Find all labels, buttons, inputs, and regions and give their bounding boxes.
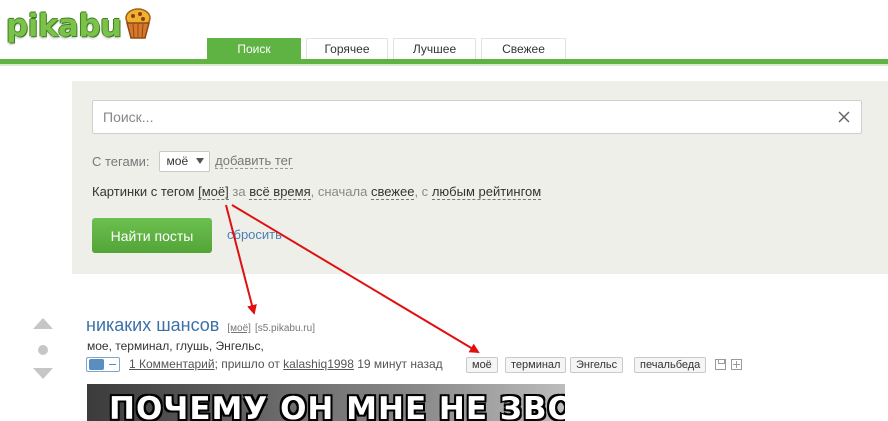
vote-down-icon[interactable] [33,368,53,379]
post-image[interactable]: ПОЧЕМУ ОН МНЕ НЕ ЗВОНИТ?(( [87,384,565,421]
vote-up-icon[interactable] [33,318,53,329]
desc-for: за [232,184,246,199]
save-icon[interactable] [715,359,726,370]
meta-text: 1 Комментарий; пришло от kalashiq1998 19… [129,357,443,371]
main-nav: Поиск Горячее Лучшее Свежее [207,38,566,59]
post-tag[interactable]: Энгельс [570,357,624,373]
tab-fresh[interactable]: Свежее [481,38,566,59]
post-title[interactable]: никаких шансов [86,315,219,336]
pikabu-logo[interactable]: pikabu [6,6,153,46]
tab-hot[interactable]: Горячее [306,38,388,59]
cupcake-icon [124,8,151,39]
find-posts-button[interactable]: Найти посты [92,218,212,253]
post-tag[interactable]: моё [466,357,498,373]
from-text: ; пришло от [214,357,280,371]
desc-order[interactable]: свежее [370,184,415,200]
comments-link[interactable]: 1 Комментарий [129,357,215,371]
desc-rating[interactable]: любым рейтингом [431,184,542,200]
tag-select[interactable]: моё [158,150,211,172]
tab-search[interactable]: Поиск [207,38,301,59]
search-panel: С тегами: моё добавить тег Картинки с те… [72,81,888,274]
camera-icon [89,359,104,370]
search-description: Картинки с тегом [моё] за всё время, сна… [92,184,542,200]
reset-link[interactable]: сбросить [227,227,282,242]
author-link[interactable]: kalashiq1998 [283,357,354,371]
post-time: 19 минут назад [357,357,443,371]
header-divider [0,59,888,66]
post-meta: 1 Комментарий; пришло от kalashiq1998 19… [86,356,786,374]
minus-icon [109,364,116,365]
post-header: никаких шансов [моё] [s5.pikabu.ru] [86,315,315,336]
close-icon[interactable] [837,110,851,124]
chevron-down-icon [196,158,205,164]
add-tag-link[interactable]: добавить тег [215,153,293,169]
tags-label: С тегами: [92,153,150,169]
post-tags-text: мое, терминал, глушь, Энгельс, [87,339,264,353]
post-tag-badge[interactable]: [моё] [227,323,251,334]
desc-tag[interactable]: [моё] [198,184,229,200]
post-tag[interactable]: терминал [505,357,567,373]
vote-neutral-icon[interactable] [38,345,48,355]
desc-period[interactable]: всё время [249,184,311,200]
post-source: [s5.pikabu.ru] [254,323,315,334]
post-tag[interactable]: печальбеда [634,357,707,373]
desc-order-prefix: , сначала [310,184,368,199]
tab-best[interactable]: Лучшее [393,38,476,59]
tag-select-value: моё [166,154,189,168]
search-box [92,100,862,134]
header: pikabu Поиск Горячее Лучшее Свежее [0,0,888,66]
image-toggle-button[interactable] [86,357,120,372]
post-image-caption: ПОЧЕМУ ОН МНЕ НЕ ЗВОНИТ?(( [109,391,565,421]
post-tag-badge-text: [моё] [227,323,251,334]
desc-rating-prefix: , с [414,184,429,199]
tags-filter-row: С тегами: моё добавить тег [92,150,293,172]
logo-text: pikabu [6,8,122,44]
search-input[interactable] [93,101,823,133]
desc-prefix: Картинки с тегом [92,184,195,199]
plus-icon[interactable] [731,359,742,370]
